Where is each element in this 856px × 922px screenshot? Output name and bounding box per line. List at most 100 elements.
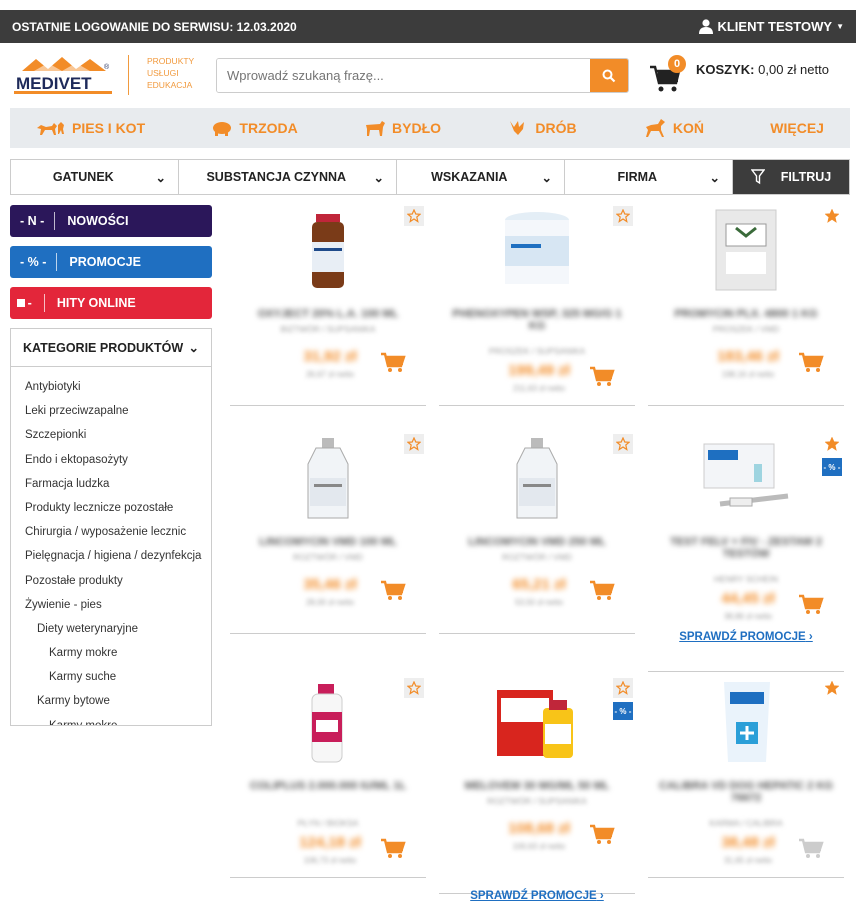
star-icon: [616, 681, 630, 695]
species-poultry[interactable]: DRÓB: [507, 119, 577, 137]
cart-summary[interactable]: KOSZYK: 0,00 zł netto: [696, 62, 829, 77]
product-name[interactable]: LINCOMYCIN VMD 250 ML: [449, 536, 625, 548]
species-cattle[interactable]: BYDŁO: [364, 119, 441, 137]
product-image[interactable]: [282, 434, 374, 520]
product-form: ROZTWÓR / VMD: [502, 552, 572, 562]
category-item[interactable]: Pielęgnacja / higiena / dezynfekcja: [11, 544, 211, 568]
category-item[interactable]: Pozostałe produkty: [11, 569, 211, 593]
promo-badge: - % -: [822, 458, 842, 476]
user-icon: [699, 19, 714, 34]
species-horse[interactable]: KOŃ: [643, 118, 704, 138]
favorite-button[interactable]: [404, 206, 424, 226]
product-name[interactable]: TEST FELV + FIV - ZESTAW 2 TESTÓW: [658, 536, 834, 560]
category-item[interactable]: Antybiotyki: [11, 375, 211, 399]
product-image[interactable]: [700, 678, 792, 764]
add-to-cart-button[interactable]: [798, 352, 824, 374]
category-item[interactable]: Leki przeciwzapalne: [11, 399, 211, 423]
categories-header[interactable]: KATEGORIE PRODUKTÓW ⌄: [10, 328, 212, 366]
filter-substance-dropdown[interactable]: SUBSTANCJA CZYNNA ⌄: [179, 160, 397, 194]
add-to-cart-button[interactable]: [798, 594, 824, 616]
favorite-button[interactable]: [613, 678, 633, 698]
product-name[interactable]: LINCOMYCIN VMD 100 ML: [240, 536, 416, 548]
product-form: KARMA / CALIBRA: [709, 818, 783, 828]
add-to-cart-button[interactable]: [798, 838, 824, 860]
favorite-button[interactable]: [822, 206, 842, 226]
add-to-cart-button[interactable]: [380, 580, 406, 602]
product-card: LINCOMYCIN VMD 100 ML ROZTWÓR / VMD 35,46 …: [230, 428, 426, 634]
search-input[interactable]: [217, 59, 590, 92]
product-image[interactable]: [700, 434, 792, 520]
add-to-cart-button[interactable]: [589, 366, 615, 388]
category-item[interactable]: Endo i ektopasożyty: [11, 448, 211, 472]
news-button[interactable]: - N - NOWOŚCI: [10, 205, 212, 237]
product-name[interactable]: OXYJECT 20% L.A. 100 ML: [240, 308, 416, 320]
product-net-price: 211,63 zł netto: [513, 384, 565, 393]
category-item[interactable]: Karmy mokre: [11, 714, 211, 725]
product-card: - % - MELOVEM 30 MG/ML 50 ML ROZTWÓR / SUP…: [439, 672, 635, 902]
product-form: PROSZEK / VMD: [712, 324, 780, 334]
product-card: CALIBRA VD DOG HEPATIC 2 KG 76672 KARMA /…: [648, 672, 844, 878]
product-name[interactable]: PHENOXYPEN WSP, 325 MG/G 1 KG: [449, 308, 625, 332]
product-net-price: 198,16 zł netto: [721, 370, 775, 379]
category-item[interactable]: Karmy suche: [11, 665, 211, 689]
product-form: HENRY SCHEIN: [714, 574, 778, 584]
category-item[interactable]: Produkty lecznicze pozostałe: [11, 496, 211, 520]
favorite-button[interactable]: [822, 434, 842, 454]
product-price: 108,68 zł: [508, 820, 570, 837]
product-name[interactable]: COLIPLUS 2.000.000 IU/ML 1L: [240, 780, 416, 792]
cart-button[interactable]: 0: [650, 55, 690, 95]
product-image[interactable]: [491, 434, 583, 520]
species-pig[interactable]: TRZODA: [211, 120, 298, 136]
category-item[interactable]: Chirurgia / wyposażenie lecznic: [11, 520, 211, 544]
add-to-cart-button[interactable]: [380, 838, 406, 860]
category-item[interactable]: Szczepionki: [11, 423, 211, 447]
category-item[interactable]: Karmy bytowe: [11, 689, 211, 713]
cow-icon: [366, 121, 386, 136]
star-icon: [825, 209, 839, 223]
product-image[interactable]: [700, 206, 792, 292]
add-to-cart-button[interactable]: [589, 580, 615, 602]
category-item[interactable]: Karmy mokre: [11, 641, 211, 665]
favorite-button[interactable]: [404, 678, 424, 698]
chevron-down-icon: ⌄: [709, 170, 720, 185]
category-item[interactable]: Żywienie - pies: [11, 593, 211, 617]
species-dog-cat[interactable]: PIES I KOT: [36, 120, 145, 136]
product-image[interactable]: [491, 206, 583, 292]
product-form: ROZTWÓR / VMD: [293, 552, 363, 562]
horse-icon: [645, 119, 665, 137]
species-more[interactable]: WIĘCEJ: [770, 120, 824, 136]
filter-button[interactable]: FILTRUJ: [733, 160, 849, 194]
product-price: 35,46 zł: [303, 576, 357, 593]
category-item[interactable]: Farmacja ludzka: [11, 472, 211, 496]
favorite-button[interactable]: [613, 206, 633, 226]
product-image[interactable]: [491, 678, 583, 764]
filter-species-dropdown[interactable]: GATUNEK ⌄: [11, 160, 179, 194]
online-hits-button[interactable]: - - HITY ONLINE: [10, 287, 212, 319]
favorite-button[interactable]: [613, 434, 633, 454]
last-login-text: OSTATNIE LOGOWANIE DO SERWISU: 12.03.202…: [12, 19, 297, 34]
favorite-button[interactable]: [822, 678, 842, 698]
star-icon: [616, 437, 630, 451]
product-price: 38,48 zł: [721, 834, 775, 851]
medivet-logo[interactable]: MEDIVET ®: [14, 55, 114, 95]
filter-company-dropdown[interactable]: FIRMA ⌄: [565, 160, 733, 194]
favorite-button[interactable]: [404, 434, 424, 454]
product-name[interactable]: PROMYCIN PLX. 4800 1 KG: [658, 308, 834, 320]
check-promotion-link[interactable]: SPRAWDŹ PROMOCJE ›: [648, 631, 844, 643]
product-name[interactable]: CALIBRA VD DOG HEPATIC 2 KG 76672: [658, 780, 834, 804]
search-button[interactable]: [590, 59, 628, 92]
chicken-icon: [510, 121, 525, 135]
product-name[interactable]: MELOVEM 30 MG/ML 50 ML: [449, 780, 625, 792]
product-image[interactable]: [282, 206, 374, 292]
promotions-button[interactable]: - % - PROMOCJE: [10, 246, 212, 278]
header: MEDIVET ® PRODUKTY USŁUGI EDUKACJA 0 KOS…: [0, 43, 856, 105]
product-image[interactable]: [282, 678, 374, 764]
species-nav: PIES I KOT TRZODA BYDŁO DRÓB KOŃ WIĘCEJ: [10, 108, 850, 148]
filter-indications-dropdown[interactable]: WSKAZANIA ⌄: [397, 160, 565, 194]
star-icon: [825, 437, 839, 451]
add-to-cart-button[interactable]: [380, 352, 406, 374]
category-item[interactable]: Diety weterynaryjne: [11, 617, 211, 641]
check-promotion-link[interactable]: SPRAWDŹ PROMOCJE ›: [439, 890, 635, 902]
user-menu[interactable]: KLIENT TESTOWY ▼: [699, 19, 844, 34]
add-to-cart-button[interactable]: [589, 824, 615, 846]
